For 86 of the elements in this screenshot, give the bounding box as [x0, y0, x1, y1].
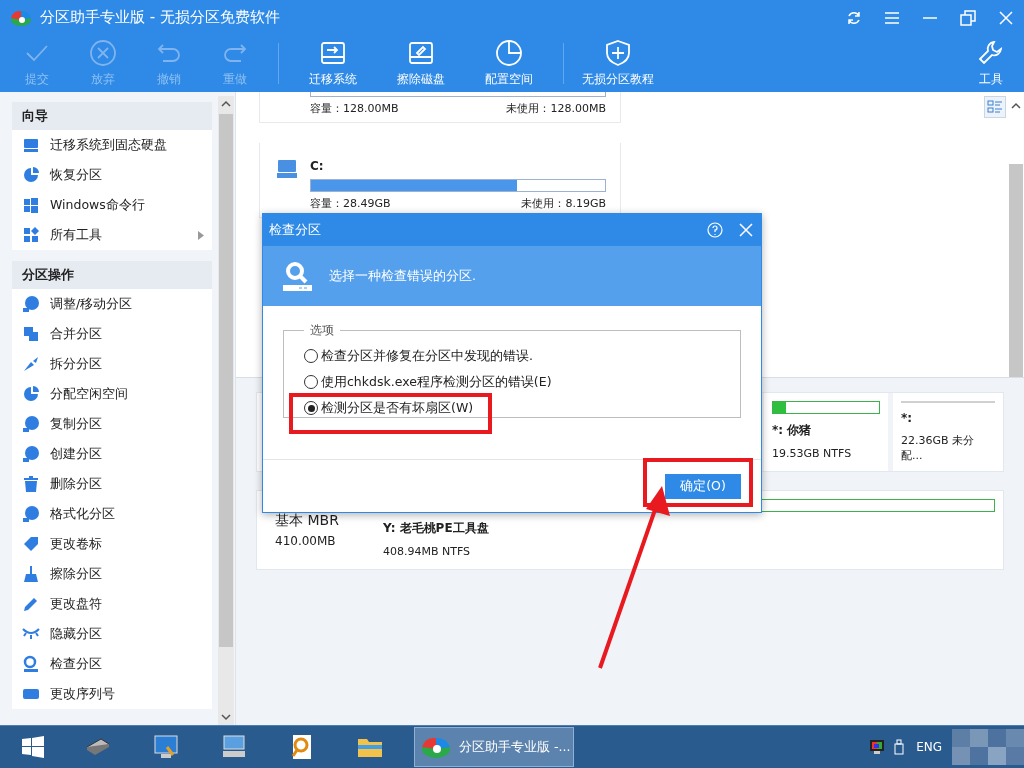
pencil-icon — [22, 595, 40, 613]
toolbar-button[interactable]: 配置空间 — [465, 35, 553, 92]
sidebar-item[interactable]: 创建分区 — [12, 439, 212, 469]
sidebar-item[interactable]: 分配空闲空间 — [12, 379, 212, 409]
restore-icon[interactable] — [960, 9, 976, 26]
squares-icon — [22, 325, 40, 343]
start-icon[interactable] — [22, 736, 44, 758]
shield-plus-icon — [604, 39, 632, 67]
pie-icon — [22, 166, 40, 184]
drive-eraser-icon — [407, 39, 435, 67]
partition-name: *: 你猪 — [772, 422, 813, 439]
sidebar-item[interactable]: 隐藏分区 — [12, 619, 212, 649]
help-icon[interactable] — [707, 222, 723, 238]
window-title: 分区助手专业版 - 无损分区免费软件 — [40, 8, 280, 27]
display-icon[interactable] — [870, 740, 885, 754]
toolbar-button[interactable]: 擦除磁盘 — [377, 35, 465, 92]
usb-icon[interactable] — [894, 739, 905, 755]
close-icon[interactable] — [739, 223, 753, 237]
radio-option[interactable]: 使用chkdsk.exe程序检测分区的错误(E) — [304, 369, 726, 395]
capacity-text: 容量：28.49GB — [310, 196, 391, 211]
dialog-message: 选择一种检查错误的分区. — [329, 267, 476, 285]
radio-option[interactable]: 检测分区是否有坏扇区(W) — [304, 395, 726, 421]
free-space-text: 未使用：8.19GB — [521, 196, 606, 211]
partition-info: 22.36GB 未分配... — [901, 433, 976, 463]
scroll-down-icon[interactable] — [221, 713, 231, 721]
tag-icon — [22, 535, 40, 553]
dialog-title: 检查分区 — [269, 221, 321, 239]
sidebar-item[interactable]: 更改盘符 — [12, 589, 212, 619]
search-drive-icon — [283, 260, 313, 292]
sidebar-item[interactable]: 所有工具 — [12, 220, 212, 250]
pie-icon — [22, 385, 40, 403]
language-indicator[interactable]: ENG — [916, 740, 942, 754]
sidebar-item[interactable]: 格式化分区 — [12, 499, 212, 529]
toolbar-button[interactable]: 工具 — [966, 35, 1016, 92]
sidebar-item[interactable]: 合并分区 — [12, 319, 212, 349]
sidebar-item[interactable]: 检查分区 — [12, 649, 212, 679]
disk-icon — [22, 136, 40, 154]
partition-card[interactable]: 容量：128.00MB 未使用：128.00MB — [259, 92, 621, 123]
section-header: 分区操作 — [12, 261, 212, 289]
search-icon — [22, 655, 40, 673]
ok-button[interactable]: 确定(O) — [665, 473, 741, 499]
radio-option[interactable]: 检查分区并修复在分区中发现的错误. — [304, 343, 726, 369]
sidebar-item[interactable]: 更改卷标 — [12, 529, 212, 559]
toolbar-button[interactable]: 迁移系统 — [289, 35, 377, 92]
mosaic-drawing — [952, 729, 1024, 765]
grid-icon — [22, 226, 40, 244]
partition-info: 19.53GB NTFS — [772, 447, 853, 460]
partition-info: 408.94MB NTFS — [383, 545, 472, 558]
monitor-icon[interactable] — [152, 733, 180, 761]
partition-block[interactable]: *: 你猪 19.53GB NTFS — [764, 393, 888, 471]
pie-chart-icon — [495, 39, 523, 67]
broom-icon — [22, 565, 40, 583]
disk-size: 410.00MB — [275, 534, 337, 548]
app-logo-icon — [421, 735, 451, 759]
partition-name: *: — [901, 411, 914, 425]
sidebar-item[interactable]: Windows命令行 — [12, 190, 212, 220]
menu-icon[interactable] — [884, 10, 900, 25]
free-space-text: 未使用：128.00MB — [506, 101, 606, 116]
sidebar-item[interactable]: 迁移系统到固态硬盘 — [12, 130, 212, 160]
partition-name: Y: 老毛桃PE工具盘 — [383, 520, 490, 537]
scroll-up-icon[interactable] — [221, 100, 231, 108]
scroll-up-icon[interactable] — [1011, 102, 1021, 110]
wrench-icon — [977, 39, 1005, 67]
disk-type: 基本 MBR — [275, 512, 340, 530]
sidebar-item[interactable]: 更改序列号 — [12, 679, 212, 709]
sidebar-item[interactable]: 删除分区 — [12, 469, 212, 499]
partition-block[interactable]: *: 22.36GB 未分配... — [893, 393, 1003, 471]
capacity-text: 容量：128.00MB — [310, 101, 399, 116]
toolbar-button[interactable]: 无损分区教程 — [574, 35, 662, 92]
partition-name: C: — [310, 159, 325, 173]
sidebar-item[interactable]: 擦除分区 — [12, 559, 212, 589]
section-header: 向导 — [12, 102, 212, 130]
sidebar-item[interactable]: 恢复分区 — [12, 160, 212, 190]
drive-icon — [276, 159, 298, 179]
group-label: 选项 — [309, 322, 335, 339]
trash-icon — [22, 475, 40, 493]
refresh-icon[interactable] — [846, 9, 862, 26]
sidebar-item[interactable]: 拆分分区 — [12, 349, 212, 379]
close-icon[interactable] — [998, 9, 1014, 26]
cancel-icon — [89, 39, 117, 67]
sidebar-item[interactable]: 调整/移动分区 — [12, 289, 212, 319]
scrollbar[interactable] — [218, 96, 234, 725]
sidebar-item[interactable]: 复制分区 — [12, 409, 212, 439]
windows-icon — [22, 196, 40, 214]
taskbar-task[interactable]: 分区助手专业版 -... — [414, 727, 574, 767]
knife-icon — [22, 355, 40, 373]
